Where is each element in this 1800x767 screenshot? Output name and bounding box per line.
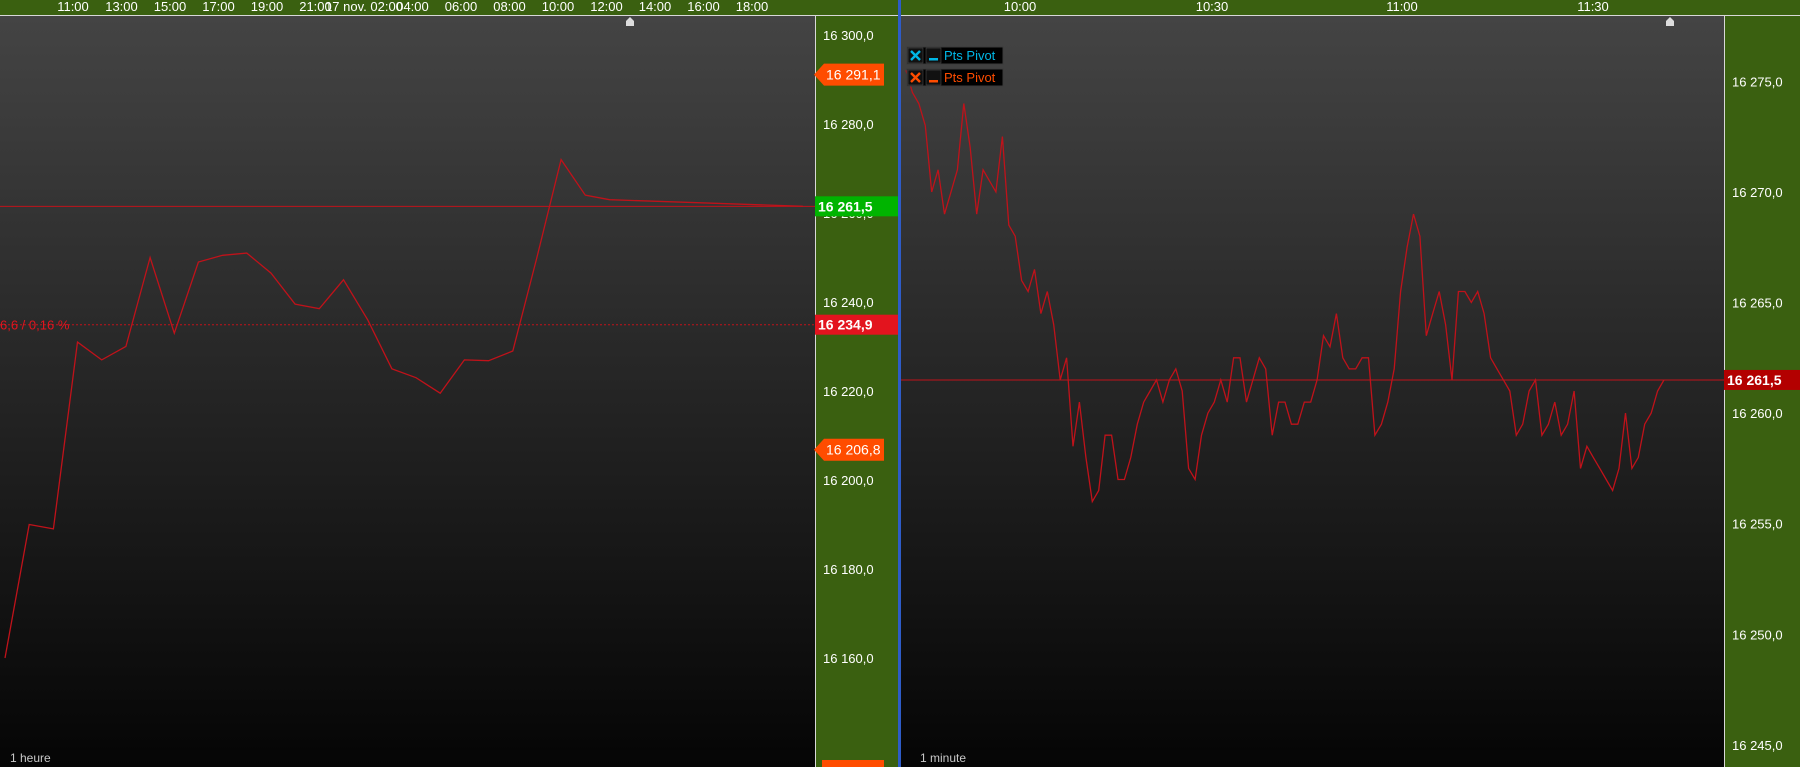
- y-tick-label: 16 220,0: [823, 384, 874, 399]
- x-tick-label: 08:00: [493, 0, 526, 14]
- price-marker-label: 16 291,1: [826, 67, 881, 83]
- y-tick-label: 16 270,0: [1732, 185, 1783, 200]
- legend-item[interactable]: Pts Pivot: [906, 46, 1004, 65]
- legend-item-label: Pts Pivot: [944, 70, 996, 85]
- y-tick-label: 16 260,0: [1732, 406, 1783, 421]
- left-timeframe-label: 1 heure: [10, 751, 51, 765]
- y-tick-label: 16 300,0: [823, 28, 874, 43]
- minimize-icon: [929, 58, 938, 61]
- x-tick-label: 11:30: [1577, 0, 1609, 14]
- y-tick-label: 16 250,0: [1732, 627, 1783, 642]
- y-tick-label: 16 180,0: [823, 562, 874, 577]
- price-marker-label: 16 206,8: [826, 442, 881, 458]
- x-tick-label: 17:00: [202, 0, 235, 14]
- x-tick-label: 10:30: [1196, 0, 1229, 14]
- right-timeframe-label: 1 minute: [920, 751, 966, 765]
- y-tick-label: 16 160,0: [823, 651, 874, 666]
- x-tick-label: 18:00: [736, 0, 769, 14]
- x-tick-label: 19:00: [251, 0, 284, 14]
- y-tick-label: 16 240,0: [823, 295, 874, 310]
- x-tick-label: 10:00: [542, 0, 575, 14]
- left-plot-area[interactable]: [0, 15, 815, 767]
- price-marker-offscreen: [822, 760, 884, 767]
- right-price-axis[interactable]: [1724, 15, 1800, 767]
- x-tick-label: 15:00: [154, 0, 187, 14]
- x-tick-label: 06:00: [445, 0, 478, 14]
- trading-chart-workspace: 11:00 13:00 15:00 17:00 19:00 21:00 17 nov. 02…: [0, 0, 1800, 767]
- y-tick-label: 16 245,0: [1732, 738, 1783, 753]
- x-tick-label: 13:00: [105, 0, 138, 14]
- x-tick-label: 17 nov. 02:00: [325, 0, 403, 14]
- right-plot-area[interactable]: [901, 15, 1724, 767]
- x-tick-label: 10:00: [1004, 0, 1037, 14]
- level-price-badge-label: 16 234,9: [818, 317, 873, 333]
- level-price-badge-label: 16 261,5: [1727, 372, 1782, 388]
- left-x-tick-labels: 11:00 13:00 15:00 17:00 19:00 21:0017 nov. 02…: [57, 0, 768, 14]
- legend-item[interactable]: Pts Pivot: [906, 68, 1004, 87]
- legend-minimize-button[interactable]: [925, 47, 942, 64]
- x-tick-label: 04:00: [396, 0, 429, 14]
- y-tick-label: 16 255,0: [1732, 517, 1783, 532]
- level-price-badge-label: 16 261,5: [818, 198, 873, 214]
- legend-minimize-button[interactable]: [925, 69, 942, 86]
- x-tick-label: 11:00: [57, 0, 89, 14]
- x-tick-label: 12:00: [590, 0, 623, 14]
- pane-divider[interactable]: [898, 0, 901, 767]
- y-tick-label: 16 265,0: [1732, 296, 1783, 311]
- right-price-badges: 16 261,5: [1724, 369, 1800, 390]
- chart-canvas: 11:00 13:00 15:00 17:00 19:00 21:0017 nov. 02…: [0, 0, 1800, 767]
- minimize-icon: [929, 80, 938, 83]
- x-tick-label: 14:00: [639, 0, 672, 14]
- x-tick-label: 16:00: [687, 0, 720, 14]
- y-tick-label: 16 200,0: [823, 473, 874, 488]
- y-tick-label: 16 275,0: [1732, 74, 1783, 89]
- x-tick-label: 11:00: [1386, 0, 1418, 14]
- legend-item-label: Pts Pivot: [944, 48, 996, 63]
- y-tick-label: 16 280,0: [823, 117, 874, 132]
- level-annotation: 6,6 / 0,16 %: [0, 318, 70, 333]
